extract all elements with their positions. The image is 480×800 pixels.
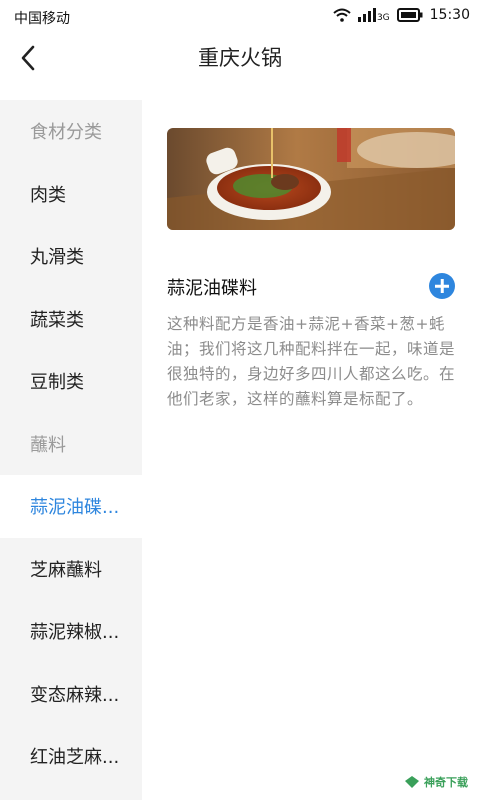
watermark: 神奇下载 (404, 774, 468, 790)
food-photo (167, 128, 455, 230)
sidebar-category-ingredients: 食材分类 (30, 122, 102, 144)
wifi-icon (333, 8, 351, 22)
sidebar-item-sesame-dip[interactable]: 芝麻蘸料 (0, 538, 142, 601)
add-button[interactable] (429, 273, 455, 299)
battery-icon (396, 8, 423, 22)
signal-icon (357, 8, 376, 22)
category-sidebar: 食材分类 肉类 丸滑类 蔬菜类 豆制类 蘸料 蒜泥油碟... 芝麻蘸料 蒜泥辣椒… (0, 100, 142, 800)
app-header: 重庆火锅 (0, 34, 480, 84)
watermark-text: 神奇下载 (424, 776, 468, 789)
clock-label: 15:30 (429, 7, 470, 23)
sidebar-item-extreme-spicy[interactable]: 变态麻辣... (0, 663, 142, 726)
item-description: 这种料配方是香油+蒜泥+香菜+葱+蚝油；我们将这几种配料拌在一起，味道是很独特的… (167, 315, 456, 408)
status-bar: 中国移动 3G 15:30 (0, 0, 480, 34)
sidebar-item-tofu[interactable]: 豆制类 (0, 350, 142, 413)
item-title: 蒜泥油碟料 (167, 278, 257, 299)
status-icons: 3G 15:30 (333, 7, 470, 23)
sidebar-item-red-oil-sesame[interactable]: 红油芝麻... (0, 725, 142, 788)
sidebar-item-vegetables[interactable]: 蔬菜类 (0, 288, 142, 351)
sidebar-item-balls[interactable]: 丸滑类 (0, 225, 142, 288)
detail-panel: 蒜泥油碟料 这种料配方是香油+蒜泥+香菜+葱+蚝油；我们将这几种配料拌在一起，味… (142, 100, 480, 800)
page-title: 重庆火锅 (198, 46, 282, 70)
sidebar-item-meat[interactable]: 肉类 (0, 163, 142, 226)
sidebar-item-garlic-oil-dip[interactable]: 蒜泥油碟... (0, 475, 142, 538)
sidebar-item-garlic-chili[interactable]: 蒜泥辣椒... (0, 600, 142, 663)
network-type-label: 3G (376, 13, 390, 23)
watermark-logo-icon (405, 776, 419, 788)
sidebar-category-dipping-sauce: 蘸料 (30, 434, 66, 456)
carrier-label: 中国移动 (14, 11, 70, 27)
